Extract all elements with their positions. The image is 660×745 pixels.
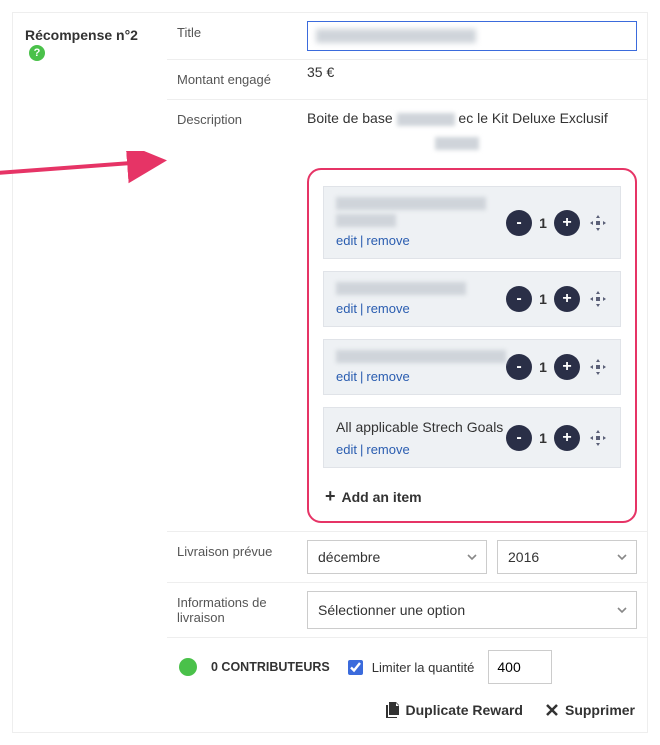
qty-value: 1: [538, 430, 548, 446]
reward-form: Title Montant engagé 35 € Description Bo…: [167, 13, 647, 732]
reward-heading-label: Récompense n°2: [25, 27, 138, 43]
description-label: Description: [167, 100, 297, 531]
reward-panel: Récompense n°2 ? Title Montant engagé: [12, 12, 648, 733]
amount-label: Montant engagé: [167, 60, 297, 99]
qty-increment-button[interactable]: +: [554, 354, 580, 380]
delivery-month-value: décembre: [318, 549, 380, 565]
reward-heading: Récompense n°2 ?: [13, 13, 167, 732]
duplicate-label: Duplicate Reward: [406, 702, 523, 718]
shipinfo-value: Sélectionner une option: [318, 602, 465, 618]
delivery-year-value: 2016: [508, 549, 539, 565]
duplicate-button[interactable]: Duplicate Reward: [386, 702, 523, 718]
item-title-redacted: [336, 282, 466, 295]
reward-item: edit|remove - 1 +: [323, 186, 621, 259]
copy-icon: [386, 702, 400, 718]
limit-qty-field[interactable]: [488, 650, 552, 684]
qty-decrement-button[interactable]: -: [506, 354, 532, 380]
amount-value: 35 €: [307, 64, 334, 80]
qty-decrement-button[interactable]: -: [506, 286, 532, 312]
delivery-label: Livraison prévue: [167, 532, 297, 582]
item-edit-link[interactable]: edit: [336, 442, 357, 457]
chevron-down-icon: [616, 551, 628, 563]
delete-label: Supprimer: [565, 702, 635, 718]
close-icon: [545, 703, 559, 717]
description-redacted: [397, 113, 455, 126]
add-item-button[interactable]: + Add an item: [323, 480, 621, 509]
qty-increment-button[interactable]: +: [554, 210, 580, 236]
description-redacted-2: [435, 137, 479, 150]
item-edit-link[interactable]: edit: [336, 233, 357, 248]
item-remove-link[interactable]: remove: [366, 442, 409, 457]
title-value-redacted: [316, 29, 476, 43]
drag-handle-icon[interactable]: [590, 359, 608, 375]
title-input[interactable]: [307, 21, 637, 51]
drag-handle-icon[interactable]: [590, 430, 608, 446]
delete-button[interactable]: Supprimer: [545, 702, 635, 718]
qty-increment-button[interactable]: +: [554, 425, 580, 451]
item-title-redacted: [336, 197, 486, 210]
item-title-redacted: [336, 214, 396, 227]
item-title-redacted: [336, 350, 506, 363]
item-title: All applicable Strech Goals: [336, 418, 506, 436]
reward-item: edit|remove - 1 +: [323, 271, 621, 327]
item-edit-link[interactable]: edit: [336, 369, 357, 384]
item-remove-link[interactable]: remove: [366, 301, 409, 316]
qty-increment-button[interactable]: +: [554, 286, 580, 312]
item-remove-link[interactable]: remove: [366, 369, 409, 384]
reward-item: edit|remove - 1 +: [323, 339, 621, 395]
items-box: edit|remove - 1 +: [307, 168, 637, 523]
drag-handle-icon[interactable]: [590, 215, 608, 231]
qty-value: 1: [538, 291, 548, 307]
drag-handle-icon[interactable]: [590, 291, 608, 307]
limit-qty-checkbox[interactable]: Limiter la quantité: [344, 657, 475, 678]
contributors-badge-icon: [179, 658, 197, 676]
title-label: Title: [167, 13, 297, 59]
delivery-year-select[interactable]: 2016: [497, 540, 637, 574]
reward-actions: Duplicate Reward Supprimer: [167, 692, 647, 732]
chevron-down-icon: [466, 551, 478, 563]
reward-item: All applicable Strech Goals edit|remove …: [323, 407, 621, 468]
limit-qty-label: Limiter la quantité: [372, 660, 475, 675]
qty-value: 1: [538, 215, 548, 231]
contributors-count: 0 CONTRIBUTEURS: [211, 660, 330, 674]
reward-footer: 0 CONTRIBUTEURS Limiter la quantité: [167, 638, 647, 692]
shipinfo-select[interactable]: Sélectionner une option: [307, 591, 637, 629]
shipinfo-label: Informations de livraison: [167, 583, 297, 637]
qty-value: 1: [538, 359, 548, 375]
description-text: Boite de base ec le Kit Deluxe Exclusif: [307, 108, 608, 150]
delivery-month-select[interactable]: décembre: [307, 540, 487, 574]
item-edit-link[interactable]: edit: [336, 301, 357, 316]
item-remove-link[interactable]: remove: [366, 233, 409, 248]
add-item-label: Add an item: [342, 489, 422, 505]
limit-qty-input[interactable]: [348, 660, 363, 675]
help-icon[interactable]: ?: [29, 45, 45, 61]
plus-icon: +: [325, 486, 336, 507]
qty-decrement-button[interactable]: -: [506, 210, 532, 236]
chevron-down-icon: [616, 604, 628, 616]
qty-decrement-button[interactable]: -: [506, 425, 532, 451]
